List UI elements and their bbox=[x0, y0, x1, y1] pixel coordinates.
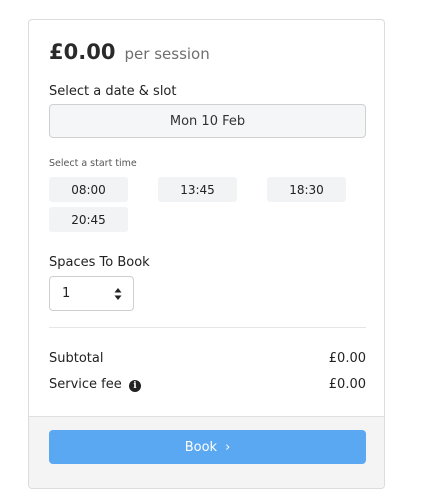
service-fee-label: Service fee bbox=[49, 377, 122, 392]
price-row: £0.00 per session bbox=[49, 40, 210, 64]
subtotal-value: £0.00 bbox=[328, 351, 366, 366]
subtotal-label: Subtotal bbox=[49, 351, 104, 366]
book-button-label: Book bbox=[184, 439, 218, 455]
divider bbox=[49, 327, 366, 328]
spaces-stepper[interactable]: 1 bbox=[49, 276, 134, 311]
card-footer: Book › bbox=[29, 416, 384, 488]
start-time-label: Select a start time bbox=[49, 158, 137, 169]
chevron-right-icon: › bbox=[225, 439, 231, 455]
spaces-label: Spaces To Book bbox=[49, 255, 150, 270]
book-button[interactable]: Book › bbox=[49, 430, 366, 464]
time-slot-button[interactable]: 18:30 bbox=[267, 177, 346, 202]
info-icon[interactable]: i bbox=[128, 380, 141, 392]
date-select-button[interactable]: Mon 10 Feb bbox=[49, 104, 366, 138]
time-slot-button[interactable]: 20:45 bbox=[49, 207, 128, 232]
spaces-value: 1 bbox=[62, 286, 71, 301]
service-fee-row: Service fee i £0.00 bbox=[49, 377, 366, 392]
service-fee-value: £0.00 bbox=[328, 377, 366, 392]
price-amount: £0.00 bbox=[49, 40, 116, 64]
subtotal-row: Subtotal £0.00 bbox=[49, 351, 366, 366]
time-slot-button[interactable]: 13:45 bbox=[158, 177, 237, 202]
up-down-arrows-icon bbox=[114, 288, 122, 300]
time-slot-button[interactable]: 08:00 bbox=[49, 177, 128, 202]
booking-card: £0.00 per session Select a date & slot M… bbox=[28, 19, 385, 489]
date-slot-label: Select a date & slot bbox=[49, 84, 177, 99]
price-unit: per session bbox=[124, 45, 210, 63]
